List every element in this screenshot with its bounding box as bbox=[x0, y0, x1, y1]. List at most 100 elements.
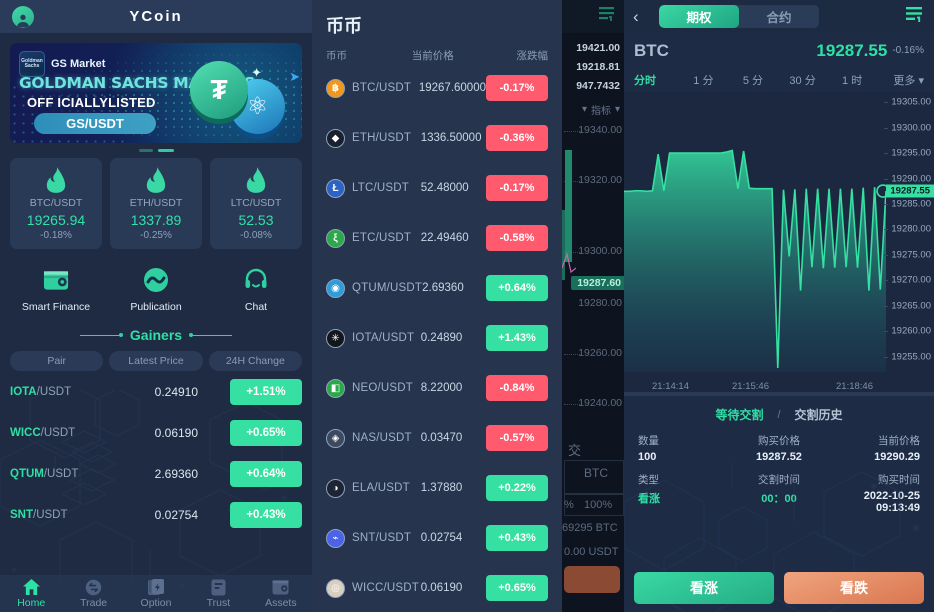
gainers-pair: SNT/USDT bbox=[10, 509, 123, 521]
trade-partial-action-button[interactable] bbox=[564, 566, 620, 593]
gainers-row[interactable]: SNT/USDT 0.02754 +0.43% bbox=[0, 494, 312, 535]
tab-option-expiry[interactable]: 期权 bbox=[659, 5, 739, 28]
tab-trade[interactable]: Trade bbox=[62, 579, 124, 609]
chart-y-tick-mark bbox=[884, 280, 888, 282]
value-quantity: 100 bbox=[638, 451, 657, 463]
gainers-pair: WICC/USDT bbox=[10, 427, 123, 439]
market-row[interactable]: ◆ ETH/USDT 1336.50000 -0.36% bbox=[312, 113, 562, 163]
trade-axis-label: 19260.00 bbox=[578, 347, 622, 359]
market-row-change: +0.43% bbox=[486, 525, 548, 551]
coin2-glyph: ⚛ bbox=[246, 92, 269, 120]
option-contract-segmented-control: 期权 合约 bbox=[659, 5, 819, 28]
price-card[interactable]: ETH/USDT 1337.89 -0.25% bbox=[110, 158, 202, 249]
call-up-button[interactable]: 看涨 bbox=[634, 572, 774, 604]
market-row[interactable]: ◧ NEO/USDT 8.22000 -0.84% bbox=[312, 363, 562, 413]
gainers-quote: /USDT bbox=[33, 508, 68, 521]
tab-home[interactable]: Home bbox=[0, 579, 62, 609]
tab-assets[interactable]: Assets bbox=[250, 579, 312, 609]
tab-pending-settlement[interactable]: 等待交割 bbox=[715, 406, 763, 423]
timeframe-1m[interactable]: 1 分 bbox=[679, 72, 729, 88]
tab-contract[interactable]: 合约 bbox=[739, 5, 819, 28]
gainers-price: 0.24910 bbox=[154, 384, 199, 399]
user-avatar-icon[interactable] bbox=[12, 5, 34, 28]
order-detail-grid: 数量 购买价格 当前价格 100 19287.52 19290.29 类型 交割… bbox=[624, 425, 934, 521]
timeframe-1h[interactable]: 1 时 bbox=[827, 72, 877, 88]
value-current-price: 19290.29 bbox=[874, 451, 920, 463]
price-chart[interactable]: 19305.00 19300.00 19295.00 19290.00 19285.00… bbox=[624, 92, 934, 396]
market-row[interactable]: ξ ETC/USDT 22.49460 -0.58% bbox=[312, 213, 562, 263]
chart-y-tick-label: 19300.00 bbox=[891, 122, 931, 134]
chart-y-tick-mark bbox=[884, 127, 888, 129]
divider-left bbox=[79, 333, 123, 337]
gainers-row[interactable]: IOTA/USDT 0.24910 +1.51% bbox=[0, 371, 312, 412]
value-type: 看涨 bbox=[638, 493, 660, 505]
label-buy-time: 购买时间 bbox=[878, 474, 920, 486]
market-row-pair: SNT/USDT bbox=[352, 532, 412, 544]
market-row-change: -0.57% bbox=[486, 425, 548, 451]
market-row[interactable]: ฿ BTC/USDT 19267.60000 -0.17% bbox=[312, 63, 562, 113]
column-header-24h-change[interactable]: 24H Change bbox=[208, 351, 302, 371]
quick-action-smart-finance[interactable]: Smart Finance bbox=[6, 263, 106, 313]
market-row[interactable]: ◈ NAS/USDT 0.03470 -0.57% bbox=[312, 413, 562, 463]
tab-settlement-history[interactable]: 交割历史 bbox=[795, 406, 843, 423]
gainers-row[interactable]: WICC/USDT 0.06190 +0.65% bbox=[0, 412, 312, 453]
tab-option[interactable]: Option bbox=[125, 578, 187, 609]
quick-action-publication[interactable]: Publication bbox=[106, 263, 206, 313]
gainers-row[interactable]: QTUM/USDT 2.69360 +0.64% bbox=[0, 453, 312, 494]
timeframe-30m[interactable]: 30 分 bbox=[778, 72, 828, 88]
market-row-price: 0.02754 bbox=[420, 532, 463, 544]
carousel-dot-2[interactable] bbox=[157, 149, 174, 152]
promo-banner[interactable]: Goldman Sachs GS Market GOLDMAN SACHS MA… bbox=[10, 43, 302, 143]
trade-percent-label[interactable]: 100% bbox=[584, 499, 612, 511]
market-row[interactable]: ⌁ SNT/USDT 0.02754 +0.43% bbox=[312, 513, 562, 563]
banner-carousel[interactable]: Goldman Sachs GS Market GOLDMAN SACHS MA… bbox=[0, 33, 312, 143]
chart-y-tick-mark bbox=[884, 356, 888, 358]
banner-subline: OFF ICIALLYLISTED bbox=[27, 95, 156, 110]
list-menu-icon[interactable] bbox=[904, 6, 925, 28]
market-row-pair: QTUM/USDT bbox=[352, 282, 423, 294]
carousel-indicators[interactable] bbox=[0, 143, 312, 156]
column-header-latest-price[interactable]: Latest Price bbox=[109, 351, 203, 371]
chart-y-tick-label: 19265.00 bbox=[891, 300, 931, 312]
value-settle-time: 00：00 bbox=[761, 493, 797, 505]
market-row[interactable]: Ł LTC/USDT 52.48000 -0.17% bbox=[312, 163, 562, 213]
timeframe-more-label: 更多 bbox=[893, 75, 916, 87]
quick-action-chat[interactable]: Chat bbox=[206, 263, 306, 313]
timeframe-more[interactable]: 更多 ▾ bbox=[877, 72, 924, 88]
market-row[interactable]: ◑ ELA/USDT 1.37880 +0.22% bbox=[312, 463, 562, 513]
trade-axis-tick bbox=[564, 404, 580, 405]
indicator-selector[interactable]: ▾ 指标 ▾ bbox=[562, 96, 624, 117]
option-icon bbox=[125, 578, 187, 596]
timeframe-minute-line[interactable]: 分时 bbox=[634, 72, 679, 88]
price-card[interactable]: BTC/USDT 19265.94 -0.18% bbox=[10, 158, 102, 249]
chart-y-tick-label: 19305.00 bbox=[891, 96, 931, 108]
market-row[interactable]: ◎ WICC/USDT 0.06190 +0.65% bbox=[312, 563, 562, 612]
chevron-left-icon[interactable]: ‹ bbox=[633, 8, 651, 25]
coin-logo-icon: ◎ bbox=[326, 578, 345, 598]
timeframe-5m[interactable]: 5 分 bbox=[728, 72, 778, 88]
gainers-quote: /USDT bbox=[36, 385, 72, 398]
symbol-price: 19287.55 bbox=[816, 40, 888, 60]
chart-y-tick-label: 19270.00 bbox=[891, 274, 931, 286]
trade-axis-label: 19300.00 bbox=[578, 245, 622, 257]
order-tabs: 等待交割 / 交割历史 bbox=[624, 396, 934, 425]
price-card[interactable]: LTC/USDT 52.53 -0.08% bbox=[210, 158, 302, 249]
banner-pair-pill[interactable]: GS/USDT bbox=[34, 113, 156, 134]
chevron-down-icon: ▾ bbox=[581, 104, 587, 115]
list-menu-icon[interactable] bbox=[596, 6, 616, 27]
carousel-dot-1[interactable] bbox=[138, 149, 153, 152]
market-row[interactable]: ◉ QTUM/USDT 2.69360 +0.64% bbox=[312, 263, 562, 313]
gainers-list: IOTA/USDT 0.24910 +1.51% WICC/USDT 0.061… bbox=[0, 371, 312, 535]
order-tabs-separator: / bbox=[777, 408, 781, 421]
tab-trust[interactable]: Trust bbox=[187, 579, 249, 609]
market-row-change: -0.36% bbox=[486, 125, 548, 151]
put-down-button[interactable]: 看跌 bbox=[784, 572, 924, 604]
column-header-pair[interactable]: Pair bbox=[10, 351, 104, 371]
banner-coin-artwork: ⚛ ₮ ✦ bbox=[186, 57, 296, 139]
chart-x-tick-label: 21:14:14 bbox=[652, 381, 689, 392]
price-card-price: 52.53 bbox=[238, 212, 274, 228]
value-buy-price: 19287.52 bbox=[756, 451, 802, 463]
price-card-price: 19265.94 bbox=[26, 212, 86, 228]
chevron-down-icon: ▾ bbox=[918, 75, 925, 87]
market-row[interactable]: ✳ IOTA/USDT 0.24890 +1.43% bbox=[312, 313, 562, 363]
